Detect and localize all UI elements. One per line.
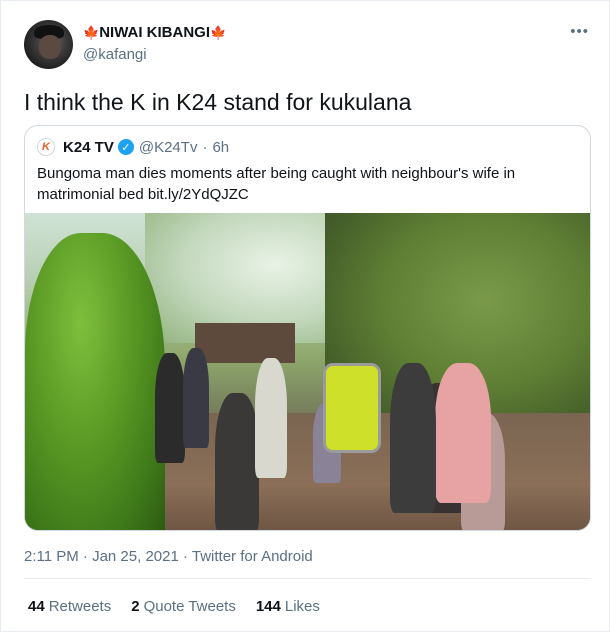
quote-tweets-count: 2 [131,598,140,615]
photo-person [183,348,209,448]
author-handle[interactable]: @kafangi [83,46,147,63]
quoted-tweet-header: K K24 TV ✓ @K24Tv · 6h [37,137,229,157]
maple-leaf-icon: 🍁 [210,25,227,40]
photo-person [435,363,491,503]
retweets-count: 44 [28,598,45,615]
quoted-time[interactable]: 6h [212,139,229,156]
likes-stat[interactable]: 144 Likes [256,598,320,615]
photo-person [255,358,287,478]
quote-tweets-stat[interactable]: 2 Quote Tweets [131,598,236,615]
likes-label: Likes [284,598,320,615]
tweet-stats: 44 Retweets 2 Quote Tweets 144 Likes [28,598,340,615]
quoted-tweet-text: Bungoma man dies moments after being cau… [37,165,516,203]
k24-logo-icon: K [37,138,55,156]
retweets-label: Retweets [48,598,112,615]
photo-hedge [25,233,165,530]
photo-reflective-vest [323,363,381,453]
quoted-separator: · [202,138,208,156]
quoted-tweet[interactable]: K K24 TV ✓ @K24Tv · 6h Bungoma man dies … [24,125,591,531]
divider [24,578,591,579]
tweet-card: 🍁NIWAI KIBANGI🍁 @kafangi ••• I think the… [0,0,610,632]
more-horizontal-icon[interactable]: ••• [570,23,589,40]
quoted-author-name[interactable]: K24 TV [63,139,114,156]
author-display-name[interactable]: 🍁NIWAI KIBANGI🍁 [83,24,226,41]
tweet-timestamp[interactable]: 2:11 PM · Jan 25, 2021 · Twitter for And… [24,548,313,565]
maple-leaf-icon: 🍁 [83,25,100,40]
author-avatar[interactable] [24,20,73,69]
photo-person [215,393,259,530]
retweets-stat[interactable]: 44 Retweets [28,598,111,615]
avatar-face [39,35,61,59]
tweet-text: I think the K in K24 stand for kukulana [24,89,412,115]
author-name-text: NIWAI KIBANGI [99,24,211,41]
quote-tweets-label: Quote Tweets [143,598,236,615]
photo-person [390,363,436,513]
quoted-author-handle[interactable]: @K24Tv [139,139,198,156]
likes-count: 144 [255,598,281,615]
quoted-tweet-photo[interactable] [25,213,590,530]
photo-person [155,353,185,463]
verified-badge-icon: ✓ [117,139,134,155]
